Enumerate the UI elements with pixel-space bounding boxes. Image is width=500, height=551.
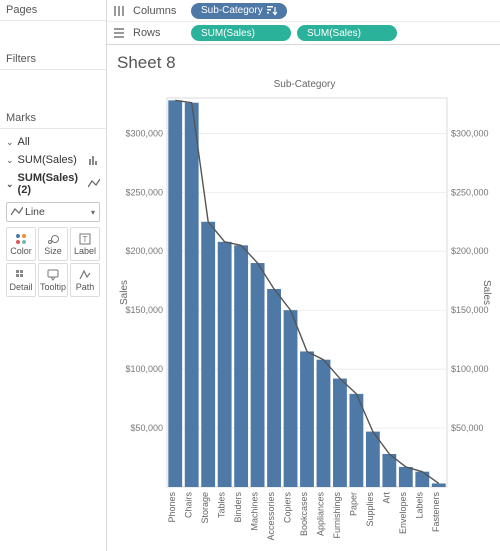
card-label: Label (74, 246, 96, 256)
svg-text:Furnishings: Furnishings (332, 492, 342, 539)
marks-card-color[interactable]: Color (6, 227, 36, 261)
bar-chart-icon (89, 155, 100, 165)
svg-text:Storage: Storage (200, 492, 210, 524)
svg-text:Phones: Phones (167, 492, 177, 523)
line-chart-icon (11, 207, 25, 217)
card-label: Path (76, 282, 95, 292)
marks-card-tooltip[interactable]: Tooltip (38, 263, 68, 297)
svg-text:T: T (83, 235, 88, 244)
columns-pill-subcategory[interactable]: Sub-Category (191, 3, 287, 19)
rows-label: Rows (133, 27, 185, 39)
filters-panel-header: Filters (0, 49, 106, 70)
size-icon (47, 233, 59, 245)
filters-shelf[interactable] (0, 70, 106, 108)
chevron-down-icon: ⌄ (6, 179, 14, 190)
svg-text:Art: Art (381, 492, 391, 504)
columns-label: Columns (133, 5, 185, 17)
mark-type-label: Line (25, 206, 91, 218)
svg-text:Envelopes: Envelopes (398, 492, 408, 535)
columns-shelf[interactable]: Columns Sub-Category (107, 0, 500, 22)
svg-text:Bookcases: Bookcases (299, 492, 309, 537)
detail-icon (15, 269, 27, 281)
rows-pill-sum-sales-1[interactable]: SUM(Sales) (191, 25, 291, 41)
svg-text:Copiers: Copiers (283, 492, 293, 524)
marks-card-path[interactable]: Path (70, 263, 100, 297)
dropdown-caret-icon: ▾ (91, 208, 95, 217)
svg-text:$50,000: $50,000 (451, 423, 484, 433)
line-chart-icon (88, 179, 100, 189)
marks-card-detail[interactable]: Detail (6, 263, 36, 297)
svg-text:Sales: Sales (481, 280, 492, 305)
pages-panel-header: Pages (0, 0, 106, 21)
label-icon: T (79, 233, 91, 245)
svg-text:$300,000: $300,000 (125, 128, 163, 138)
svg-text:$200,000: $200,000 (125, 246, 163, 256)
sheet-title: Sheet 8 (117, 51, 492, 79)
pill-label: SUM(Sales) (307, 28, 361, 39)
card-label: Detail (9, 282, 32, 292)
color-icon (15, 233, 27, 245)
chart[interactable]: $50,000 $50,000 $100,000 $100,000 $150,000 $1… (117, 92, 492, 547)
chart-header: Sub-Category (117, 79, 492, 92)
marks-row-all[interactable]: ⌄ All (6, 133, 100, 151)
svg-text:Fasteners: Fasteners (431, 492, 441, 533)
marks-card-label[interactable]: T Label (70, 227, 100, 261)
svg-text:Sales: Sales (119, 280, 130, 305)
chevron-down-icon: ⌄ (6, 155, 14, 166)
card-label: Tooltip (40, 282, 66, 292)
svg-text:Accessories: Accessories (266, 492, 276, 541)
svg-text:$250,000: $250,000 (125, 187, 163, 197)
svg-text:$100,000: $100,000 (125, 364, 163, 374)
svg-text:Paper: Paper (348, 492, 358, 516)
marks-panel-header: Marks (0, 108, 106, 129)
svg-text:$200,000: $200,000 (451, 246, 489, 256)
mark-type-select[interactable]: Line ▾ (6, 202, 100, 222)
chevron-down-icon: ⌄ (6, 137, 14, 148)
pages-shelf[interactable] (0, 21, 106, 49)
svg-text:$150,000: $150,000 (125, 305, 163, 315)
marks-row-sum-sales[interactable]: ⌄ SUM(Sales) (6, 151, 100, 169)
svg-text:$300,000: $300,000 (451, 128, 489, 138)
svg-text:Appliances: Appliances (315, 492, 325, 537)
svg-text:Chairs: Chairs (184, 492, 194, 519)
columns-icon (113, 5, 127, 17)
rows-pill-sum-sales-2[interactable]: SUM(Sales) (297, 25, 397, 41)
path-icon (79, 269, 91, 281)
svg-text:$100,000: $100,000 (451, 364, 489, 374)
marks-row-label: SUM(Sales) (18, 154, 77, 166)
pill-label: Sub-Category (201, 5, 263, 16)
svg-text:Binders: Binders (233, 492, 243, 523)
marks-row-label: SUM(Sales) (2) (18, 172, 84, 196)
sort-descending-icon (267, 6, 277, 16)
svg-text:$150,000: $150,000 (451, 305, 489, 315)
svg-text:Labels: Labels (414, 492, 424, 519)
tooltip-icon (47, 269, 59, 281)
card-label: Size (44, 246, 62, 256)
marks-card-size[interactable]: Size (38, 227, 68, 261)
svg-text:Supplies: Supplies (365, 492, 375, 527)
svg-text:Machines: Machines (250, 492, 260, 531)
marks-row-sum-sales-2[interactable]: ⌄ SUM(Sales) (2) (6, 169, 100, 199)
svg-text:Tables: Tables (217, 492, 227, 519)
marks-row-label: All (18, 136, 30, 148)
rows-shelf[interactable]: Rows SUM(Sales) SUM(Sales) (107, 22, 500, 44)
svg-text:$250,000: $250,000 (451, 187, 489, 197)
svg-text:$50,000: $50,000 (130, 423, 163, 433)
card-label: Color (10, 246, 32, 256)
pill-label: SUM(Sales) (201, 28, 255, 39)
rows-icon (113, 27, 127, 39)
